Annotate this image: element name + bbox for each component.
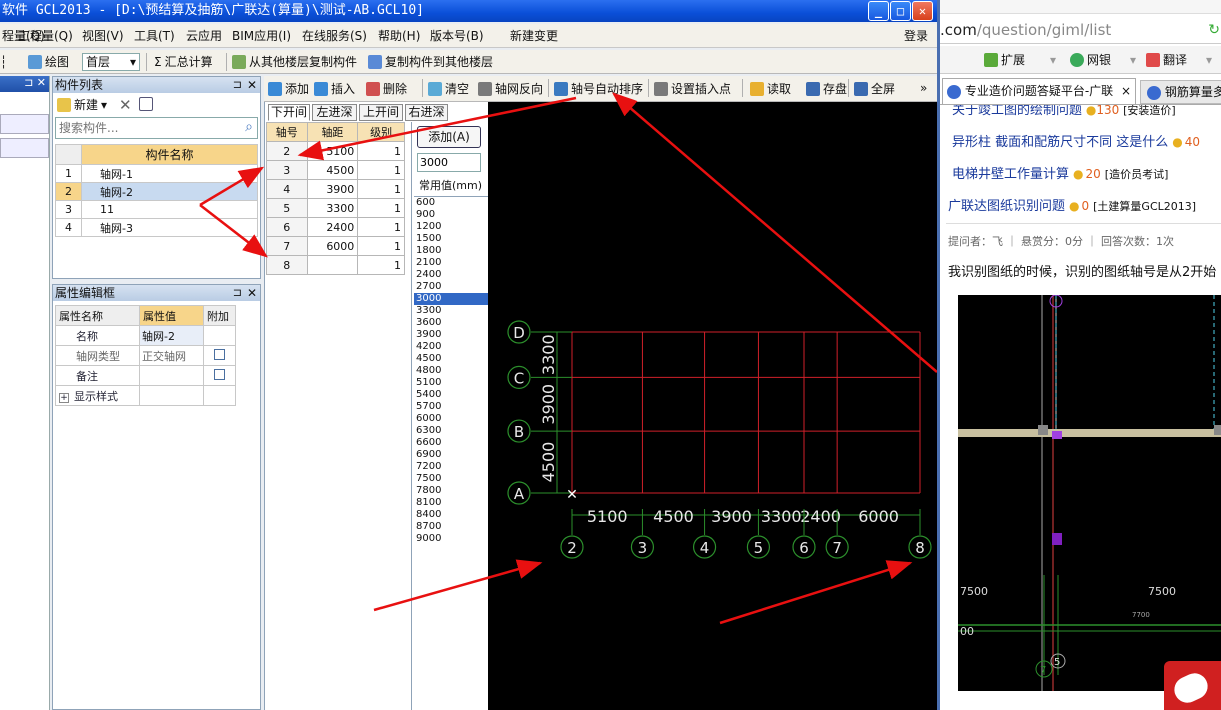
- puzzle-icon: [984, 53, 998, 67]
- axis-label: 5: [1054, 657, 1060, 668]
- question-link[interactable]: 关于竣工图的绘制问题: [952, 105, 1082, 118]
- extension-button[interactable]: 扩展: [984, 52, 1025, 68]
- close-tab-icon[interactable]: ×: [1121, 79, 1131, 103]
- site-favicon: [947, 84, 961, 99]
- annotation-arrows: [199, 92, 937, 625]
- arrow-line: [373, 559, 543, 612]
- question-body: 我识别图纸的时候，识别的图纸轴号是从2开始: [948, 265, 1217, 280]
- site-favicon: [1147, 85, 1161, 100]
- question-image: 7500 7500 00 7700 7 5: [958, 295, 1221, 691]
- dimension-label: 7500: [1148, 585, 1176, 598]
- gcl-window: 软件 GCL2013 - [D:\预结算及抽筋\广联达(算量)\测试-AB.GC…: [0, 0, 937, 710]
- question-cad-image: 7500 7500 00 7700 7 5: [958, 295, 1221, 691]
- question-item: 关于竣工图的绘制问题 ●130 [安装造价]: [952, 104, 1176, 118]
- browser-tab-active[interactable]: 专业造价问题答疑平台-广联 ×: [942, 78, 1136, 104]
- translate-icon: [1146, 53, 1160, 67]
- question-item: 广联达图纸识别问题 ● 0 [土建算量GCL2013]: [948, 199, 1197, 214]
- question-link[interactable]: 异形柱 截面和配筋尺寸不同 这是什么: [952, 135, 1168, 150]
- floating-logo[interactable]: [1164, 661, 1221, 710]
- netbank-button[interactable]: 网银: [1070, 52, 1111, 68]
- browser-tab-2[interactable]: 钢筋算量多: [1140, 80, 1221, 104]
- dimension-label: 00: [960, 625, 974, 638]
- dimension-label: 7500: [960, 585, 988, 598]
- browser-top-strip: [940, 0, 1221, 14]
- translate-button[interactable]: 翻译: [1146, 52, 1187, 68]
- arrow-line: [199, 204, 268, 258]
- question-meta: 提问者：飞 ｜ 悬赏分：0分 ｜ 回答次数：1次: [948, 235, 1174, 248]
- coin-icon: ●: [1172, 135, 1183, 149]
- refresh-icon[interactable]: ↻: [1208, 16, 1220, 44]
- question-link[interactable]: 广联达图纸识别问题: [948, 199, 1065, 214]
- question-item: 异形柱 截面和配筋尺寸不同 这是什么 ● 40: [952, 135, 1201, 150]
- question-link[interactable]: 电梯井壁工作量计算: [952, 167, 1069, 182]
- browser-window: .com/question/giml/list ↻ 扩展 ▾ 网银 ▾ 翻译 ▾…: [937, 0, 1221, 710]
- arrow-line: [297, 96, 577, 161]
- address-bar[interactable]: .com/question/giml/list ↻: [940, 16, 1221, 44]
- arrow-line: [719, 560, 913, 625]
- question-item: 电梯井壁工作量计算 ● 20 [造价员考试]: [952, 167, 1169, 182]
- browser-content: 关于竣工图的绘制问题 ●130 [安装造价] 异形柱 截面和配筋尺寸不同 这是什…: [940, 104, 1221, 710]
- arrow-line: [612, 92, 937, 373]
- coin-icon: ●: [1069, 199, 1080, 213]
- axis-label: 7: [1040, 665, 1046, 676]
- browser-toolbar: 扩展 ▾ 网银 ▾ 翻译 ▾: [940, 46, 1221, 74]
- bank-icon: [1070, 53, 1084, 67]
- dimension-label: 7700: [1132, 611, 1150, 619]
- arrow-line: [199, 166, 265, 207]
- coin-icon: ●: [1073, 167, 1084, 181]
